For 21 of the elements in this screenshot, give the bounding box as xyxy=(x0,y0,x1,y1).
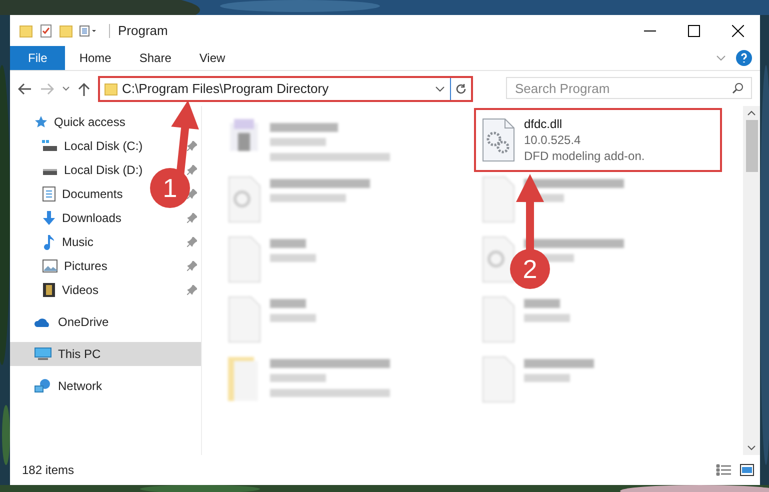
file-item[interactable]: dfdc.dll 10.0.525.4 DFD modeling add-on. xyxy=(476,110,720,170)
address-path: C:\Program Files\Program Directory xyxy=(122,80,329,98)
sidebar-item[interactable]: Downloads xyxy=(42,206,124,230)
sidebar-item[interactable]: Quick access xyxy=(10,110,128,134)
ribbon-tab[interactable]: Home xyxy=(65,46,126,70)
sidebar-item[interactable]: Documents xyxy=(42,182,125,206)
ribbon-tab[interactable]: File xyxy=(10,46,66,70)
address-bar[interactable]: C:\Program Files\Program Directory xyxy=(98,76,473,102)
sidebar-item[interactable]: Local Disk (C:) xyxy=(42,134,145,158)
ribbon-tab[interactable]: Share xyxy=(125,46,186,70)
item-count: 182 items xyxy=(22,462,74,479)
sidebar-item[interactable]: Network xyxy=(10,374,104,398)
sidebar-item[interactable]: Local Disk (D:) xyxy=(42,158,145,182)
sidebar-item[interactable]: OneDrive xyxy=(10,310,111,334)
sidebar-item[interactable]: This PC xyxy=(10,342,201,366)
sidebar-item[interactable]: Videos xyxy=(42,278,100,302)
search-field[interactable]: Search Program xyxy=(506,77,752,99)
window-title: Program xyxy=(118,22,168,40)
sidebar-item[interactable]: Pictures xyxy=(42,254,110,278)
ribbon-tab[interactable]: View xyxy=(185,46,240,70)
sidebar-item[interactable]: Music xyxy=(42,230,96,254)
